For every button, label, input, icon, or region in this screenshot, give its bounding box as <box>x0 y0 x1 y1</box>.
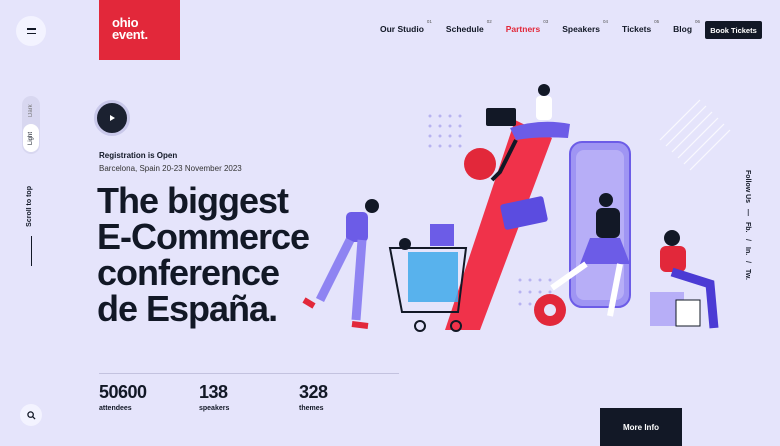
menu-button[interactable] <box>16 16 46 46</box>
nav-item-schedule[interactable]: Schedule 02 <box>446 19 492 34</box>
nav-item-partners[interactable]: Partners 03 <box>506 19 549 34</box>
scroll-to-top-link[interactable]: Scroll to top <box>26 186 33 227</box>
more-info-button[interactable]: More Info <box>600 408 682 446</box>
theme-toggle[interactable]: Dark Light <box>22 96 40 154</box>
registration-status: Registration is Open <box>99 151 178 160</box>
event-location-date: Barcelona, Spain 20-23 November 2023 <box>99 164 242 173</box>
nav-item-blog[interactable]: Blog 06 <box>673 19 700 34</box>
theme-light-option[interactable]: Light <box>23 124 39 152</box>
play-video-button[interactable] <box>94 100 130 136</box>
stat-attendees: 50600 attendees <box>99 373 199 412</box>
main-nav: Our Studio 01 Schedule 02 Partners 03 Sp… <box>380 19 714 34</box>
hero-illustration <box>302 84 731 332</box>
scroll-line <box>31 236 32 266</box>
nav-item-tickets[interactable]: Tickets 05 <box>622 19 659 34</box>
hamburger-icon <box>26 28 36 30</box>
search-button[interactable] <box>20 404 42 426</box>
logo-line-2: event. <box>112 27 148 42</box>
logo[interactable]: ohio event. <box>99 0 180 60</box>
book-tickets-button[interactable]: Book Tickets <box>705 21 762 39</box>
stats-row: 50600 attendees 138 speakers 328 themes <box>99 373 399 412</box>
stat-themes: 328 themes <box>299 373 399 412</box>
search-icon <box>26 410 36 420</box>
nav-item-our-studio[interactable]: Our Studio 01 <box>380 19 432 34</box>
theme-dark-option[interactable]: Dark <box>22 100 40 122</box>
play-icon <box>110 115 115 121</box>
nav-item-speakers[interactable]: Speakers 04 <box>562 19 608 34</box>
stat-speakers: 138 speakers <box>199 373 299 412</box>
